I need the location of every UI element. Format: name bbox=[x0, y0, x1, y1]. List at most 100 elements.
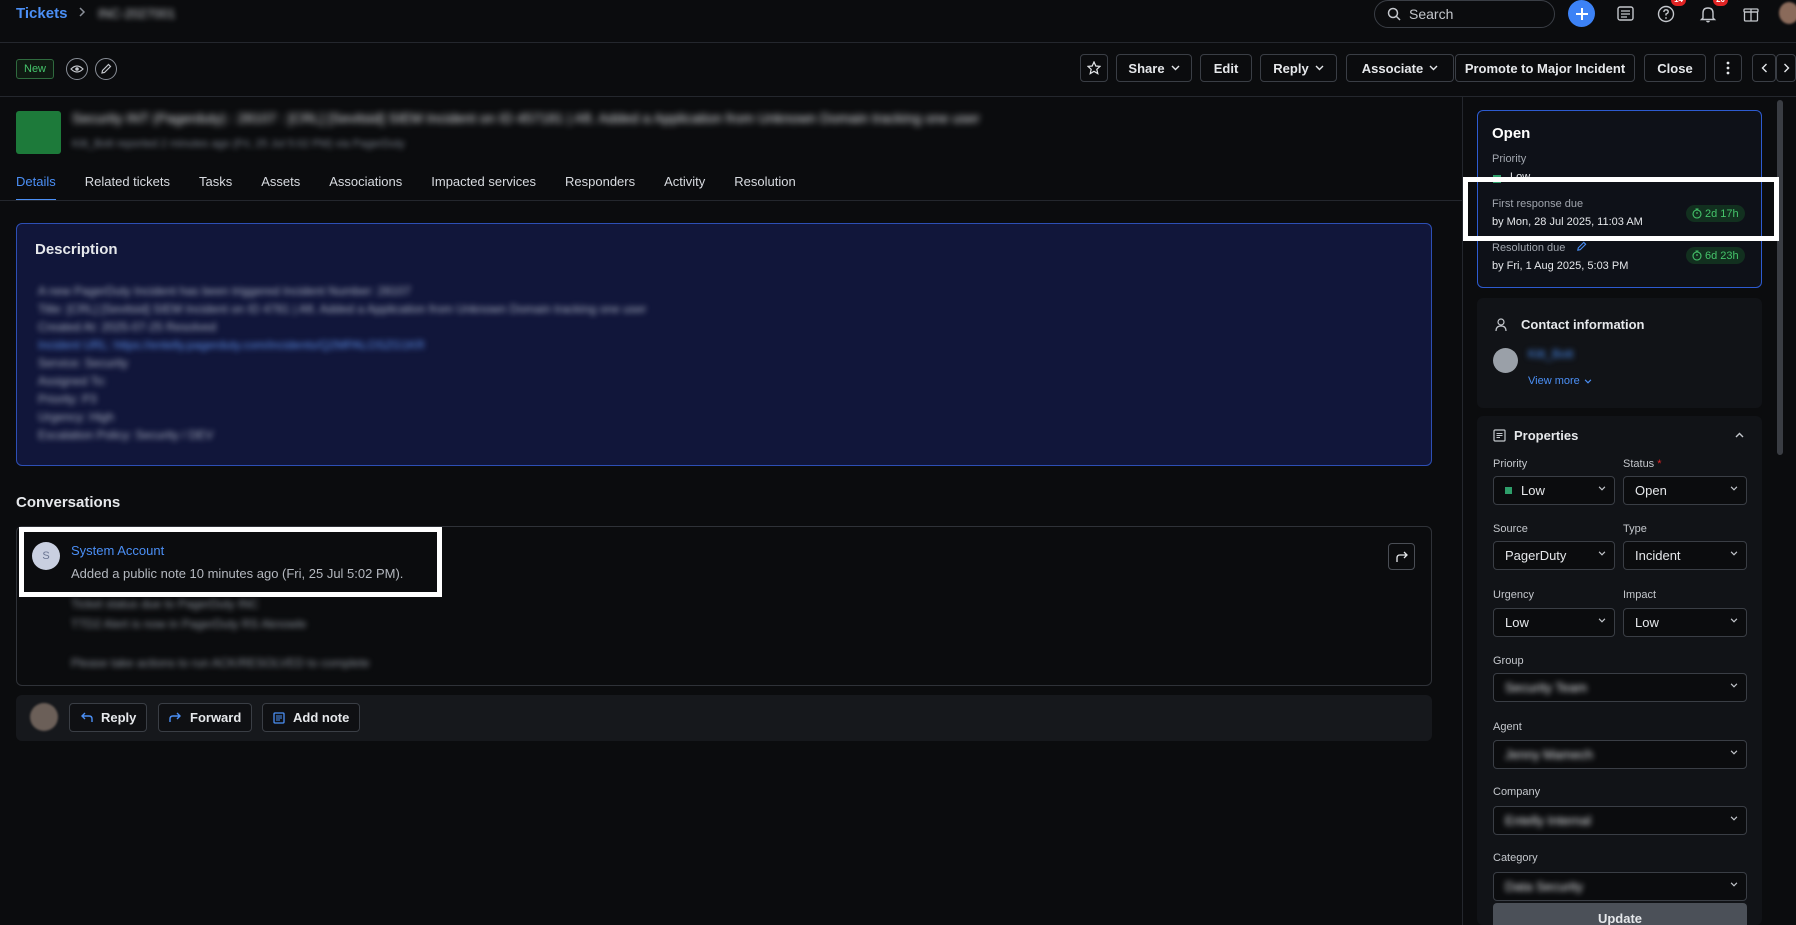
breadcrumb-tickets[interactable]: Tickets bbox=[16, 5, 67, 22]
search-input[interactable]: Search bbox=[1374, 0, 1555, 28]
tab-tasks[interactable]: Tasks bbox=[199, 170, 232, 201]
impact-label: Impact bbox=[1623, 589, 1657, 601]
contact-card bbox=[1477, 298, 1762, 408]
tabs-divider bbox=[0, 200, 1462, 201]
resolution-timer: 6d 23h bbox=[1686, 247, 1745, 264]
category-select[interactable]: Data Security bbox=[1493, 872, 1747, 901]
contact-avatar bbox=[1493, 348, 1518, 373]
urgency-select[interactable]: Low bbox=[1493, 608, 1615, 637]
edit-pencil-icon[interactable] bbox=[95, 58, 117, 80]
chevron-down-icon bbox=[1730, 882, 1738, 887]
apps-icon[interactable] bbox=[1738, 1, 1764, 27]
tab-related-tickets[interactable]: Related tickets bbox=[85, 170, 170, 201]
notification-badge: 20 bbox=[1713, 0, 1728, 6]
forward-conversation-button[interactable] bbox=[1388, 543, 1415, 570]
conversation-body-line: Please take actions to run ACK/RESOLVED … bbox=[71, 656, 370, 670]
more-menu-button[interactable] bbox=[1714, 54, 1742, 82]
close-ticket-button[interactable]: Close bbox=[1644, 54, 1706, 82]
sla-status: Open bbox=[1492, 125, 1531, 142]
description-line: Assigned To: bbox=[38, 374, 107, 388]
bell-icon[interactable]: 20 bbox=[1695, 0, 1728, 27]
tab-resolution[interactable]: Resolution bbox=[734, 170, 795, 201]
status-badge: New bbox=[16, 59, 55, 79]
description-line: Urgency: High bbox=[38, 410, 115, 424]
resolution-due-value: by Fri, 1 Aug 2025, 5:03 PM bbox=[1492, 260, 1629, 272]
urgency-label: Urgency bbox=[1493, 589, 1534, 601]
chevron-right-icon bbox=[1783, 63, 1789, 73]
chevron-down-icon bbox=[1598, 551, 1606, 556]
description-heading: Description bbox=[35, 241, 118, 258]
update-button[interactable]: Update bbox=[1493, 903, 1747, 925]
tab-associations[interactable]: Associations bbox=[329, 170, 402, 201]
group-select[interactable]: Security Team bbox=[1493, 673, 1747, 702]
highlight-frame bbox=[19, 527, 442, 597]
forward-icon bbox=[169, 712, 181, 722]
reply-button[interactable]: Reply bbox=[69, 703, 148, 732]
ticket-title: Security INT (Pagerduty) : 28107 : [CRL]… bbox=[72, 110, 980, 126]
tab-details[interactable]: Details bbox=[16, 170, 56, 201]
company-select[interactable]: Entelly Internal bbox=[1493, 806, 1747, 835]
chevron-right-icon bbox=[77, 6, 87, 18]
conversation-body-line: TTD2 Alert is now in PagerDuty RS Aknowl… bbox=[71, 617, 307, 631]
search-placeholder: Search bbox=[1409, 6, 1454, 22]
reply-dropdown-button[interactable]: Reply bbox=[1260, 54, 1337, 82]
tab-assets[interactable]: Assets bbox=[261, 170, 300, 201]
source-select[interactable]: PagerDuty bbox=[1493, 541, 1615, 570]
status-select[interactable]: Open bbox=[1623, 476, 1747, 505]
properties-heading: Properties bbox=[1514, 428, 1579, 443]
watch-eye-icon[interactable] bbox=[66, 58, 88, 80]
chevron-down-icon bbox=[1730, 683, 1738, 688]
chevron-left-icon bbox=[1761, 63, 1767, 73]
highlight-frame bbox=[1463, 177, 1779, 241]
associate-button[interactable]: Associate bbox=[1346, 54, 1454, 82]
search-icon bbox=[1387, 7, 1401, 21]
create-new-button[interactable] bbox=[1568, 0, 1595, 27]
person-icon bbox=[1495, 318, 1507, 332]
note-icon bbox=[273, 711, 285, 724]
category-label: Category bbox=[1493, 852, 1538, 864]
share-button[interactable]: Share bbox=[1116, 54, 1192, 82]
timer-icon bbox=[1692, 250, 1702, 261]
description-line[interactable]: Incident URL: https://entelly.pagerduty.… bbox=[38, 338, 425, 352]
edit-button[interactable]: Edit bbox=[1200, 54, 1252, 82]
impact-select[interactable]: Low bbox=[1623, 608, 1747, 637]
star-button[interactable] bbox=[1080, 54, 1108, 82]
tab-responders[interactable]: Responders bbox=[565, 170, 635, 201]
add-note-button[interactable]: Add note bbox=[262, 703, 361, 732]
next-ticket-button[interactable] bbox=[1776, 54, 1796, 82]
description-line: Title: [CRL] [Sevitsid] SIEM Incident on… bbox=[38, 302, 647, 316]
catalog-icon[interactable] bbox=[1613, 1, 1639, 27]
user-avatar[interactable] bbox=[1779, 2, 1796, 24]
conversation-body-line: Ticket status due to PagerDuty INC bbox=[71, 597, 259, 611]
priority-low-indicator bbox=[1505, 487, 1512, 494]
resolution-due-label: Resolution due bbox=[1492, 242, 1566, 254]
previous-ticket-button[interactable] bbox=[1752, 54, 1776, 82]
priority-select[interactable]: Low bbox=[1493, 476, 1615, 505]
collapse-chevron-icon[interactable] bbox=[1735, 432, 1744, 438]
promote-major-incident-button[interactable]: Promote to Major Incident bbox=[1455, 54, 1635, 82]
star-icon bbox=[1087, 61, 1101, 75]
plus-icon bbox=[1575, 7, 1588, 20]
breadcrumb-ticket-id: INC-2027001 bbox=[98, 6, 176, 21]
group-label: Group bbox=[1493, 655, 1524, 667]
chevron-down-icon bbox=[1730, 618, 1738, 623]
ticket-source-icon bbox=[16, 111, 61, 154]
chevron-down-icon bbox=[1730, 551, 1738, 556]
reply-icon bbox=[81, 712, 93, 722]
forward-button[interactable]: Forward bbox=[158, 703, 253, 732]
contact-name[interactable]: Kitt_Bott bbox=[1528, 347, 1573, 361]
help-icon[interactable]: 14 bbox=[1653, 0, 1686, 27]
edit-pencil-icon[interactable] bbox=[1576, 241, 1587, 252]
agent-select[interactable]: Jenny Mamech bbox=[1493, 740, 1747, 769]
priority-label: Priority bbox=[1493, 458, 1528, 470]
chevron-down-icon bbox=[1730, 486, 1738, 491]
description-line: Escalation Policy: Security / DEV bbox=[38, 428, 214, 442]
agent-label: Agent bbox=[1493, 721, 1522, 733]
tab-impacted-services[interactable]: Impacted services bbox=[431, 170, 536, 201]
chevron-down-icon bbox=[1171, 65, 1180, 71]
sla-priority-label: Priority bbox=[1492, 153, 1527, 165]
sidebar-scrollbar[interactable] bbox=[1777, 100, 1783, 455]
type-select[interactable]: Incident bbox=[1623, 541, 1747, 570]
tab-activity[interactable]: Activity bbox=[664, 170, 705, 201]
view-more-link[interactable]: View more bbox=[1528, 375, 1592, 387]
